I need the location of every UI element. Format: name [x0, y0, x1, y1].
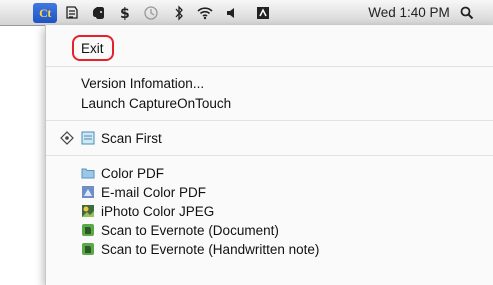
menu-item-launch-captureontouch[interactable]: Launch CaptureOnTouch [46, 93, 493, 113]
menu-separator [46, 120, 493, 121]
money-icon[interactable]: $ [115, 0, 135, 25]
black-square-icon[interactable] [254, 0, 272, 25]
exit-highlight-ring [72, 35, 114, 61]
bluetooth-icon[interactable] [170, 0, 188, 25]
evernote-app-icon [81, 223, 95, 237]
spotlight-search-icon[interactable] [458, 0, 476, 25]
menubar-clock[interactable]: Wed 1:40 PM [366, 0, 452, 25]
folder-icon [81, 166, 95, 180]
captureontouch-icon-label: Ct [39, 5, 51, 20]
wifi-icon[interactable] [194, 0, 216, 25]
menu-item-scan-to-evernote-document[interactable]: Scan to Evernote (Document) [46, 220, 493, 240]
menu-item-iphoto-color-jpeg[interactable]: iPhoto Color JPEG [46, 201, 493, 221]
menu-item-evernote-document-label: Scan to Evernote (Document) [101, 222, 279, 238]
diamond-indicator-icon [60, 131, 74, 145]
evernote-app-icon [81, 242, 95, 256]
iphoto-icon [81, 204, 95, 218]
scanner-icon[interactable] [62, 0, 82, 25]
menu-item-iphoto-color-jpeg-label: iPhoto Color JPEG [101, 203, 215, 219]
evernote-icon[interactable] [89, 0, 109, 25]
menu-separator [46, 155, 493, 156]
menu-item-evernote-handwritten-label: Scan to Evernote (Handwritten note) [101, 241, 320, 257]
time-machine-icon[interactable] [141, 0, 161, 25]
menu-bar: Ct $ Wed 1:40 PM [0, 0, 493, 26]
menu-item-version-information[interactable]: Version Infomation... [46, 73, 493, 93]
menu-item-scan-first-label: Scan First [101, 130, 162, 146]
menu-item-launch-label: Launch CaptureOnTouch [81, 95, 232, 111]
menu-separator [46, 66, 493, 67]
menu-item-email-color-pdf-label: E-mail Color PDF [101, 184, 207, 200]
menu-item-color-pdf[interactable]: Color PDF [46, 163, 493, 183]
svg-text:$: $ [120, 6, 130, 21]
volume-icon[interactable] [223, 0, 241, 25]
captureontouch-menu-icon[interactable]: Ct [33, 3, 57, 23]
menu-item-color-pdf-label: Color PDF [101, 165, 165, 181]
mail-app-icon [81, 185, 95, 199]
menu-item-scan-to-evernote-handwritten[interactable]: Scan to Evernote (Handwritten note) [46, 239, 493, 259]
menu-item-email-color-pdf[interactable]: E-mail Color PDF [46, 182, 493, 202]
menu-item-scan-first[interactable]: Scan First [46, 128, 493, 148]
menu-item-version-label: Version Infomation... [81, 75, 205, 91]
captureontouch-menu: Exit Version Infomation... Launch Captur… [45, 25, 493, 285]
scan-first-icon [81, 131, 95, 145]
